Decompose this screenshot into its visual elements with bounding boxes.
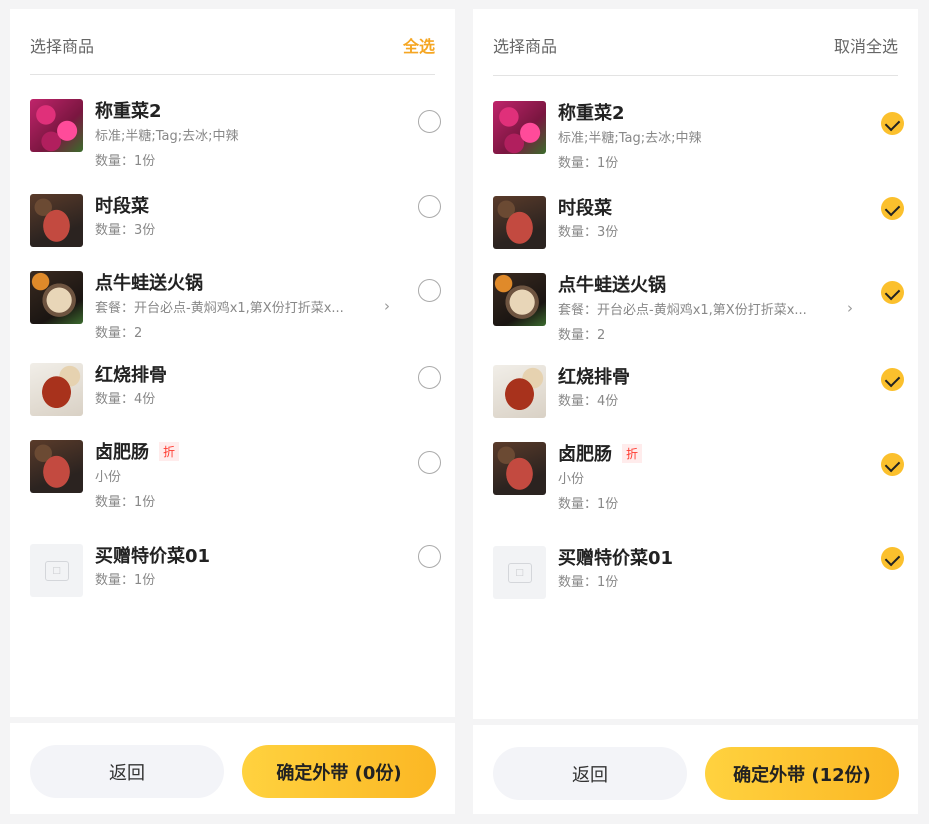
chevron-right-icon[interactable]: › [384, 297, 390, 315]
discount-badge: 折 [622, 444, 643, 463]
select-items-panel-unselected: 选择商品 全选 称重菜2 标准;半糖;Tag;去冰;中辣 数量：1份 时段菜 数… [10, 9, 455, 814]
confirm-takeout-button[interactable]: 确定外带 (12份) [705, 747, 899, 800]
list-item[interactable]: 红烧排骨 数量：4份 [30, 361, 441, 421]
item-checkbox[interactable] [418, 110, 441, 133]
item-checkbox-checked[interactable] [881, 281, 904, 304]
list-item[interactable]: 时段菜 数量：3份 [493, 194, 904, 254]
panel-title: 选择商品 [30, 37, 95, 56]
item-name: 称重菜2 [558, 103, 625, 124]
discount-badge: 折 [159, 442, 180, 461]
item-image [30, 194, 83, 247]
list-item[interactable]: 卤肥肠折 小份 数量：1份 [30, 438, 441, 518]
panel-title: 选择商品 [493, 37, 558, 56]
item-image-placeholder: □ [493, 546, 546, 599]
item-quantity: 数量：2 [95, 326, 143, 341]
item-name-text: 卤肥肠 [558, 444, 612, 465]
item-checkbox-checked[interactable] [881, 547, 904, 570]
item-checkbox[interactable] [418, 279, 441, 302]
item-quantity: 数量：2 [558, 328, 606, 343]
item-quantity: 数量：3份 [558, 225, 619, 240]
item-name: 时段菜 [558, 198, 612, 219]
item-name: 红烧排骨 [558, 367, 630, 388]
item-checkbox-checked[interactable] [881, 197, 904, 220]
item-quantity: 数量：1份 [95, 495, 156, 510]
list-item[interactable]: 称重菜2 标准;半糖;Tag;去冰;中辣 数量：1份 [493, 99, 904, 171]
panel-footer: 返回 确定外带 (12份) [473, 719, 918, 814]
chevron-right-icon[interactable]: › [847, 299, 853, 317]
item-name: 称重菜2 [95, 101, 162, 122]
deselect-all-button[interactable]: 取消全选 [834, 33, 898, 57]
item-name-text: 卤肥肠 [95, 442, 149, 463]
item-quantity: 数量：1份 [558, 156, 619, 171]
item-name: 买赠特价菜01 [95, 546, 211, 567]
item-name: 卤肥肠折 [558, 440, 643, 466]
item-name: 时段菜 [95, 196, 149, 217]
item-quantity: 数量：1份 [95, 154, 156, 169]
item-image [493, 442, 546, 495]
item-image [493, 196, 546, 249]
list-item[interactable]: 红烧排骨 数量：4份 [493, 363, 904, 423]
confirm-takeout-button[interactable]: 确定外带 (0份) [242, 745, 436, 798]
item-checkbox-checked[interactable] [881, 112, 904, 135]
select-all-button[interactable]: 全选 [403, 33, 435, 57]
item-quantity: 数量：1份 [558, 575, 619, 590]
item-detail: 套餐：开台必点-黄焖鸡x1,第X份打折菜x... [95, 301, 344, 316]
item-image [30, 363, 83, 416]
list-item[interactable]: □ 买赠特价菜01 数量：1份 [493, 544, 904, 604]
item-checkbox[interactable] [418, 545, 441, 568]
item-name: 点牛蛙送火锅 [558, 275, 666, 296]
list-item[interactable]: 点牛蛙送火锅 套餐：开台必点-黄焖鸡x1,第X份打折菜x... › 数量：2 [30, 269, 441, 349]
list-item[interactable]: 点牛蛙送火锅 套餐：开台必点-黄焖鸡x1,第X份打折菜x... › 数量：2 [493, 271, 904, 351]
placeholder-logo-icon: □ [507, 562, 532, 583]
item-name: 点牛蛙送火锅 [95, 273, 203, 294]
item-checkbox[interactable] [418, 195, 441, 218]
item-image-placeholder: □ [30, 544, 83, 597]
item-quantity: 数量：3份 [95, 223, 156, 238]
back-button[interactable]: 返回 [493, 747, 687, 800]
item-image [493, 365, 546, 418]
panel-header: 选择商品 全选 [30, 9, 435, 75]
back-button[interactable]: 返回 [30, 745, 224, 798]
item-quantity: 数量：4份 [95, 392, 156, 407]
list-item[interactable]: 称重菜2 标准;半糖;Tag;去冰;中辣 数量：1份 [30, 97, 441, 169]
item-quantity: 数量：4份 [558, 394, 619, 409]
panel-header: 选择商品 取消全选 [493, 9, 898, 76]
item-image [30, 99, 83, 152]
select-items-panel-selected: 选择商品 取消全选 称重菜2 标准;半糖;Tag;去冰;中辣 数量：1份 时段菜… [473, 9, 918, 814]
list-item[interactable]: □ 买赠特价菜01 数量：1份 [30, 542, 441, 602]
placeholder-logo-icon: □ [44, 560, 69, 581]
item-image [493, 273, 546, 326]
item-checkbox[interactable] [418, 451, 441, 474]
item-name: 买赠特价菜01 [558, 548, 674, 569]
item-checkbox-checked[interactable] [881, 453, 904, 476]
item-name: 红烧排骨 [95, 365, 167, 386]
item-quantity: 数量：1份 [558, 497, 619, 512]
item-checkbox[interactable] [418, 366, 441, 389]
item-detail: 标准;半糖;Tag;去冰;中辣 [95, 129, 239, 144]
item-image [493, 101, 546, 154]
item-detail: 套餐：开台必点-黄焖鸡x1,第X份打折菜x... [558, 303, 807, 318]
item-quantity: 数量：1份 [95, 573, 156, 588]
item-detail: 标准;半糖;Tag;去冰;中辣 [558, 131, 702, 146]
item-name: 卤肥肠折 [95, 438, 180, 464]
list-item[interactable]: 时段菜 数量：3份 [30, 192, 441, 252]
item-detail: 小份 [558, 472, 585, 487]
item-image [30, 271, 83, 324]
item-detail: 小份 [95, 470, 122, 485]
list-item[interactable]: 卤肥肠折 小份 数量：1份 [493, 440, 904, 520]
panel-footer: 返回 确定外带 (0份) [10, 717, 455, 814]
item-checkbox-checked[interactable] [881, 368, 904, 391]
item-image [30, 440, 83, 493]
